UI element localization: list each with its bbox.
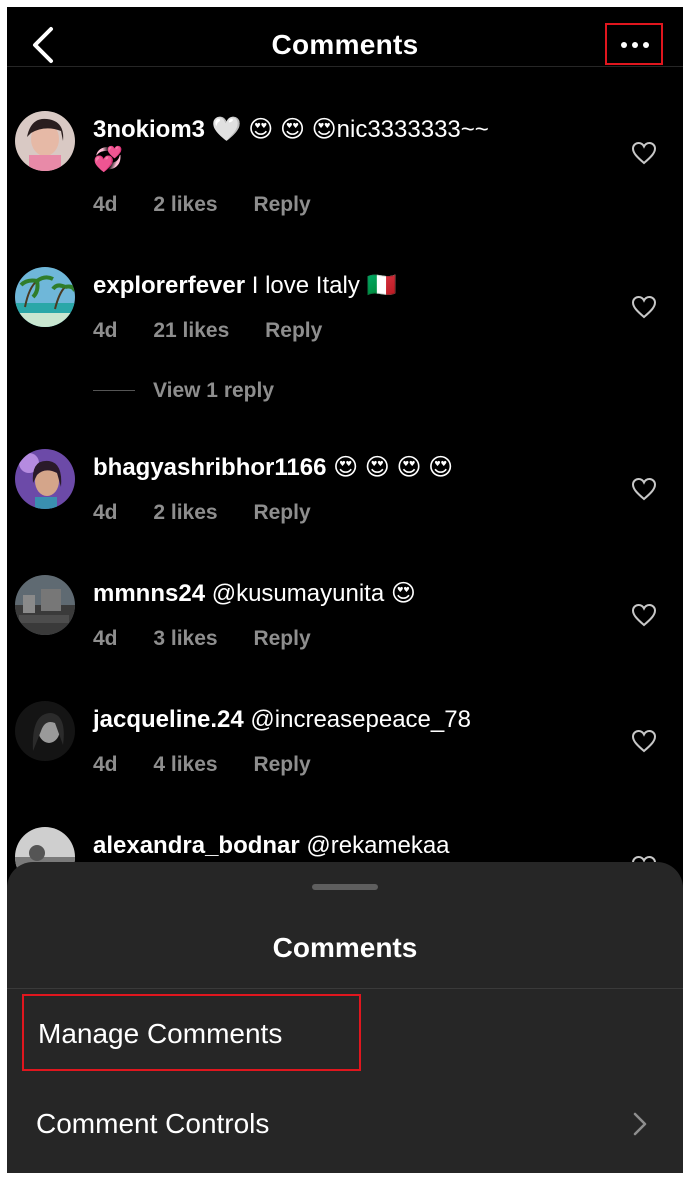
avatar[interactable] xyxy=(15,701,75,761)
avatar-image xyxy=(15,267,75,327)
avatar[interactable] xyxy=(15,111,75,171)
comment-likes[interactable]: 21 likes xyxy=(153,319,229,342)
view-replies-label: View 1 reply xyxy=(153,379,275,402)
comment-time: 4d xyxy=(93,193,118,216)
reply-button[interactable]: Reply xyxy=(253,193,310,216)
comment-row: bhagyashribhor1166 😍 😍 😍 😍 4d 2 likes Re… xyxy=(7,447,683,567)
comment-text-line: 3nokiom3 🤍 😍 😍 😍nic3333333~~ xyxy=(93,115,489,145)
view-replies-button[interactable]: View 1 reply xyxy=(93,379,274,403)
comment-text: @increasepeace_78 xyxy=(250,706,471,733)
comment-time: 4d xyxy=(93,627,118,650)
avatar-image xyxy=(15,111,75,171)
comment-time: 4d xyxy=(93,319,118,342)
comment-likes[interactable]: 4 likes xyxy=(153,753,217,776)
comment-text-line: mmnns24 @kusumayunita 😍 xyxy=(93,579,416,609)
reply-button[interactable]: Reply xyxy=(253,753,310,776)
sheet-grabber[interactable] xyxy=(312,884,378,890)
comment-text: @kusumayunita 😍 xyxy=(211,580,416,607)
comment-meta: 4d 4 likes Reply xyxy=(93,753,341,777)
comment-username[interactable]: alexandra_bodnar xyxy=(93,832,300,859)
comment-text: @rekamekaa xyxy=(306,832,450,859)
comment-text-continued: 💞 xyxy=(93,146,123,173)
comment-row: 3nokiom3 🤍 😍 😍 😍nic3333333~~ 💞 4d 2 like… xyxy=(7,109,683,229)
comment-username[interactable]: jacqueline.24 xyxy=(93,706,244,733)
comment-likes[interactable]: 3 likes xyxy=(153,627,217,650)
manage-comments-button[interactable]: Manage Comments xyxy=(22,994,361,1071)
sheet-title: Comments xyxy=(272,932,418,963)
avatar[interactable] xyxy=(15,267,75,327)
comment-meta: 4d 21 likes Reply xyxy=(93,319,352,343)
avatar-image xyxy=(15,449,75,509)
reply-button[interactable]: Reply xyxy=(265,319,322,342)
comment-row: jacqueline.24 @increasepeace_78 4d 4 lik… xyxy=(7,699,683,819)
comment-controls-label: Comment Controls xyxy=(36,1108,270,1139)
comment-text: 🤍 😍 😍 😍nic3333333~~ xyxy=(211,116,489,143)
comment-time: 4d xyxy=(93,753,118,776)
comment-username[interactable]: 3nokiom3 xyxy=(93,116,205,143)
heart-icon[interactable] xyxy=(631,477,657,501)
comment-text: I love Italy 🇮🇹 xyxy=(251,272,397,299)
comment-time: 4d xyxy=(93,501,118,524)
more-horizontal-icon xyxy=(621,42,649,48)
bottom-sheet: Comments Manage Comments Comment Control… xyxy=(7,862,683,1173)
divider xyxy=(7,988,683,989)
comment-meta: 4d 2 likes Reply xyxy=(93,501,341,525)
comment-text-line: bhagyashribhor1166 😍 😍 😍 😍 xyxy=(93,453,453,483)
comment-meta: 4d 3 likes Reply xyxy=(93,627,341,651)
comment-username[interactable]: mmnns24 xyxy=(93,580,205,607)
heart-icon[interactable] xyxy=(631,729,657,753)
comment-text-line: alexandra_bodnar @rekamekaa xyxy=(93,831,450,861)
avatar-image xyxy=(15,701,75,761)
comment-text: 😍 😍 😍 😍 xyxy=(333,454,454,481)
comment-likes[interactable]: 2 likes xyxy=(153,501,217,524)
comment-text-line: jacqueline.24 @increasepeace_78 xyxy=(93,705,471,735)
comment-meta: 4d 2 likes Reply xyxy=(93,193,341,217)
comment-likes[interactable]: 2 likes xyxy=(153,193,217,216)
comment-row: mmnns24 @kusumayunita 😍 4d 3 likes Reply xyxy=(7,573,683,693)
comment-username[interactable]: bhagyashribhor1166 xyxy=(93,454,326,481)
header: Comments xyxy=(7,7,683,67)
heart-icon[interactable] xyxy=(631,603,657,627)
heart-icon[interactable] xyxy=(631,295,657,319)
page-title: Comments xyxy=(271,29,419,60)
avatar[interactable] xyxy=(15,449,75,509)
chevron-right-icon xyxy=(633,1112,647,1136)
more-options-button[interactable] xyxy=(605,23,663,65)
reply-button[interactable]: Reply xyxy=(253,627,310,650)
manage-comments-label: Manage Comments xyxy=(38,1018,283,1049)
reply-button[interactable]: Reply xyxy=(253,501,310,524)
comment-controls-button[interactable]: Comment Controls xyxy=(7,1082,683,1162)
comments-screen: Comments 3nokiom3 🤍 😍 😍 😍nic3333333~~ 💞 … xyxy=(7,7,683,1173)
heart-icon[interactable] xyxy=(631,141,657,165)
avatar-image xyxy=(15,575,75,635)
avatar[interactable] xyxy=(15,575,75,635)
reply-divider xyxy=(93,390,135,391)
comment-text-line: explorerfever I love Italy 🇮🇹 xyxy=(93,271,396,301)
comment-row: explorerfever I love Italy 🇮🇹 4d 21 like… xyxy=(7,265,683,385)
comment-username[interactable]: explorerfever xyxy=(93,272,245,299)
